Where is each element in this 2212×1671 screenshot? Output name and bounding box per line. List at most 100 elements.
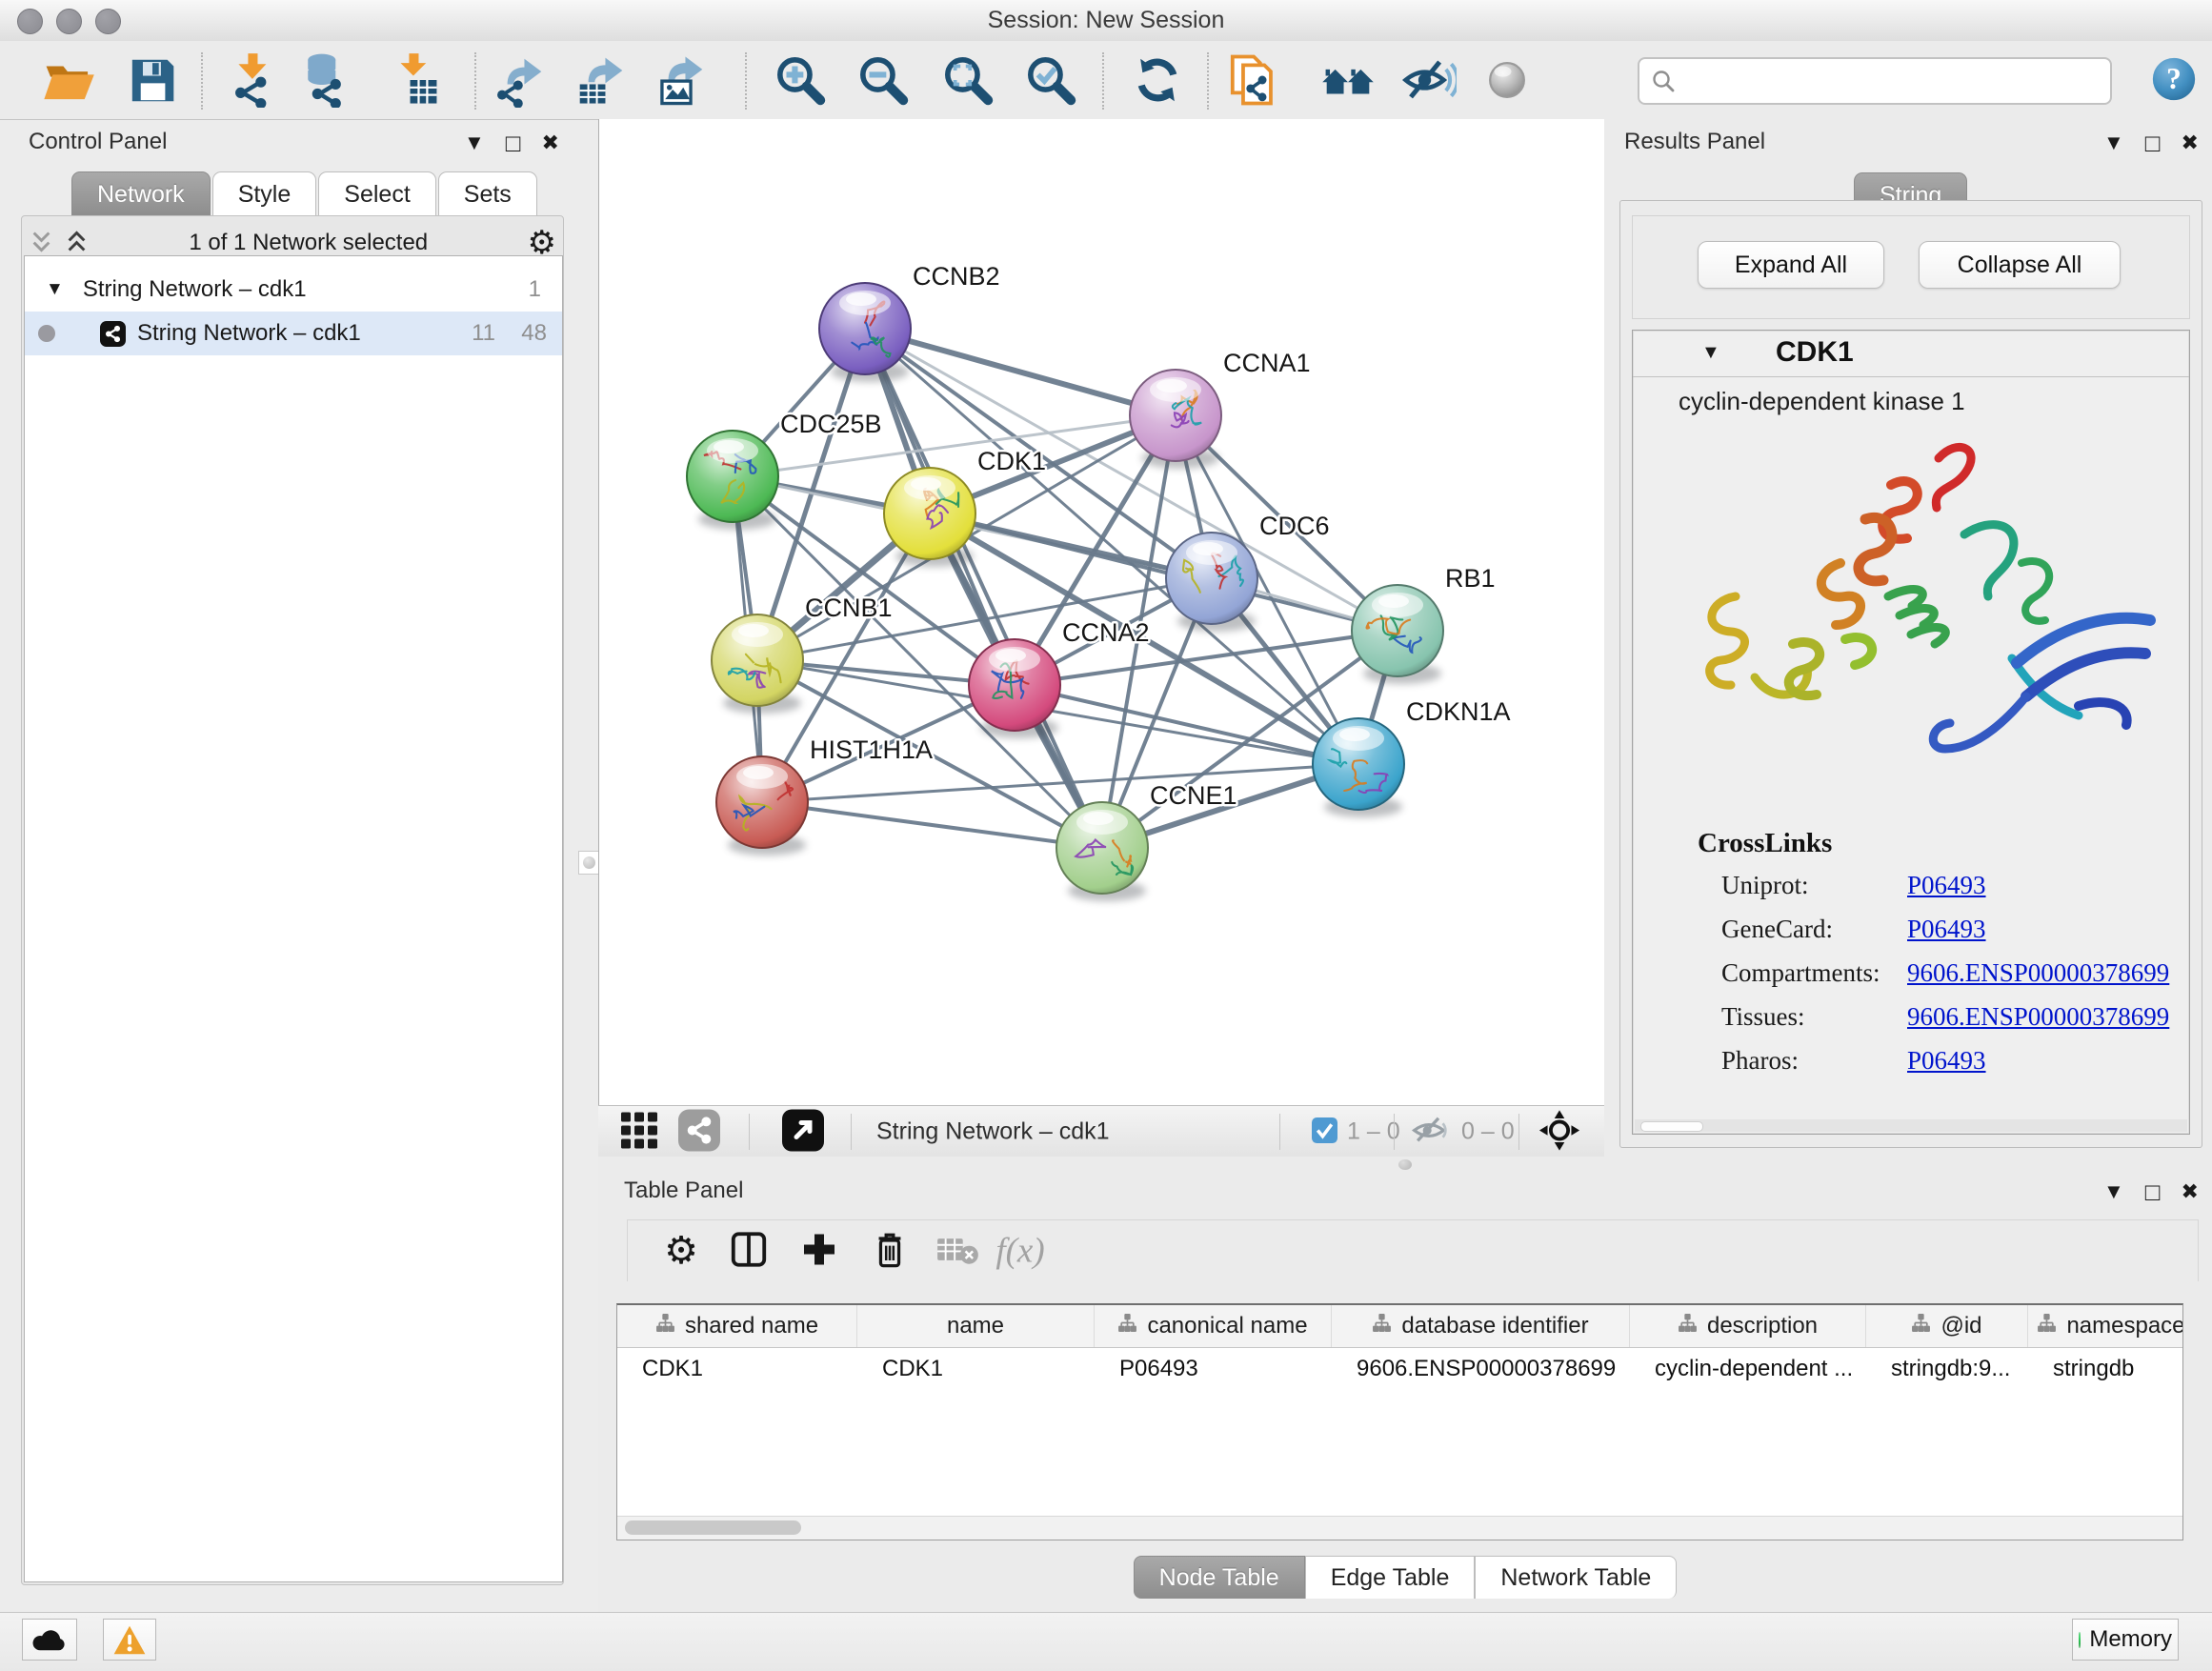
help-icon[interactable]: ? — [2151, 56, 2197, 102]
column-header-description[interactable]: description — [1630, 1305, 1866, 1347]
cloud-status-icon[interactable] — [22, 1619, 77, 1661]
panel-menu-icon[interactable]: ▼ — [2103, 132, 2124, 153]
string-results-container: Expand All Collapse All ▼ CDK1 cyclin-de… — [1619, 200, 2202, 1148]
column-header-database-identifier[interactable]: database identifier — [1332, 1305, 1630, 1347]
tab-edge-table[interactable]: Edge Table — [1305, 1556, 1476, 1599]
zoom-fit-icon[interactable] — [940, 52, 995, 108]
glass-ball-icon[interactable] — [1479, 52, 1535, 108]
network-share-icon — [100, 321, 126, 347]
tab-style[interactable]: Style — [212, 171, 317, 216]
network-node-CCNA1[interactable]: CCNA1 — [1130, 349, 1311, 469]
crosshair-navigate-icon[interactable] — [1538, 1109, 1581, 1156]
network-canvas[interactable]: CCNB2CCNA1CDC25BCDK1CDC6RB1CCNB1CCNA2CDK… — [598, 119, 1605, 1105]
network-view-dot-icon — [38, 325, 55, 342]
export-image-icon[interactable] — [654, 52, 709, 108]
homes-icon[interactable] — [1320, 52, 1376, 108]
grid-view-icon[interactable] — [619, 1111, 659, 1154]
network-node-CCNB1[interactable]: CCNB1 — [712, 594, 893, 714]
panel-float-icon[interactable]: □ — [2145, 1179, 2161, 1204]
network-view-share-icon[interactable] — [678, 1110, 720, 1155]
gene-card-header[interactable]: ▼ CDK1 — [1633, 331, 2189, 377]
left-splitter-handle[interactable] — [578, 851, 600, 875]
import-network-file-icon[interactable] — [226, 52, 281, 108]
panel-close-icon[interactable]: ✖ — [2182, 1181, 2199, 1202]
search-input[interactable] — [1685, 67, 2101, 95]
crosslink-link[interactable]: 9606.ENSP00000378699 — [1907, 958, 2169, 988]
save-session-icon[interactable] — [125, 52, 180, 108]
network-node-CCNB2[interactable]: CCNB2 — [819, 262, 1000, 382]
export-network-icon[interactable] — [493, 52, 548, 108]
card-horizontal-scrollbar[interactable] — [1635, 1119, 2187, 1132]
network-edge[interactable] — [865, 329, 1102, 848]
memory-button[interactable]: Memory — [2072, 1619, 2179, 1661]
network-from-clipboard-icon[interactable] — [1225, 52, 1280, 108]
network-node-CCNE1[interactable]: CCNE1 — [1056, 781, 1237, 901]
expand-all-button[interactable]: Expand All — [1698, 241, 1884, 289]
network-edge[interactable] — [865, 329, 1176, 415]
network-node-CDC6[interactable]: CDC6 — [1166, 512, 1330, 632]
delete-column-icon[interactable] — [871, 1230, 909, 1273]
warning-status-icon[interactable] — [103, 1619, 156, 1661]
hidden-items-eye-icon[interactable] — [1410, 1112, 1448, 1153]
column-header--id[interactable]: @id — [1866, 1305, 2028, 1347]
crosslink-link[interactable]: P06493 — [1907, 1046, 1986, 1076]
window-title: Session: New Session — [0, 7, 2212, 34]
table-cell[interactable]: CDK1 — [857, 1356, 1095, 1382]
gene-description: cyclin-dependent kinase 1 — [1633, 377, 2189, 420]
table-row[interactable]: CDK1CDK1P064939606.ENSP00000378699cyclin… — [617, 1348, 2182, 1390]
panel-menu-icon[interactable]: ▼ — [464, 132, 485, 153]
collection-expand-icon[interactable]: ▼ — [46, 279, 64, 300]
collapse-all-networks-icon[interactable] — [29, 229, 54, 258]
hide-glass-effect-icon[interactable] — [1401, 52, 1457, 108]
import-table-icon[interactable] — [387, 52, 442, 108]
collapse-all-button[interactable]: Collapse All — [1919, 241, 2121, 289]
selected-items-checkbox-icon[interactable] — [1312, 1117, 1337, 1146]
open-session-icon[interactable] — [41, 52, 96, 108]
zoom-out-icon[interactable] — [855, 52, 911, 108]
network-row[interactable]: String Network – cdk1 11 48 — [25, 312, 562, 355]
delete-table-icon[interactable] — [935, 1232, 979, 1271]
zoom-in-icon[interactable] — [773, 52, 828, 108]
table-cell[interactable]: 9606.ENSP00000378699 — [1332, 1356, 1630, 1382]
network-options-gear-icon[interactable]: ⚙ — [528, 227, 556, 259]
tab-sets[interactable]: Sets — [438, 171, 537, 216]
network-node-CDKN1A[interactable]: CDKN1A — [1313, 697, 1511, 817]
table-horizontal-scrollbar[interactable] — [617, 1516, 2182, 1540]
panel-float-icon[interactable]: □ — [2145, 131, 2161, 155]
network-edge[interactable] — [762, 802, 1102, 848]
collapse-entry-icon[interactable]: ▼ — [1701, 342, 1720, 364]
panel-close-icon[interactable]: ✖ — [542, 132, 559, 153]
tab-node-table[interactable]: Node Table — [1134, 1556, 1305, 1599]
function-builder-icon[interactable]: f(x) — [995, 1231, 1044, 1272]
tab-network-table[interactable]: Network Table — [1475, 1556, 1677, 1599]
tab-select[interactable]: Select — [318, 171, 435, 216]
tab-network[interactable]: Network — [71, 171, 211, 216]
network-collection-row[interactable]: ▼ String Network – cdk1 1 — [25, 268, 562, 312]
column-header-canonical-name[interactable]: canonical name — [1095, 1305, 1332, 1347]
birdseye-view-icon[interactable] — [782, 1110, 824, 1155]
table-cell[interactable]: stringdb:9... — [1866, 1356, 2028, 1382]
preferred-layout-icon[interactable] — [1130, 52, 1185, 108]
column-header-name[interactable]: name — [857, 1305, 1095, 1347]
import-network-database-icon[interactable] — [296, 52, 352, 108]
panel-float-icon[interactable]: □ — [506, 131, 521, 155]
column-header-namespace[interactable]: namespace — [2028, 1305, 2183, 1347]
column-header-shared-name[interactable]: shared name — [617, 1305, 857, 1347]
show-columns-icon[interactable] — [729, 1230, 769, 1273]
add-column-icon[interactable] — [800, 1231, 838, 1272]
table-options-gear-icon[interactable]: ⚙ — [664, 1229, 698, 1273]
crosslink-link[interactable]: P06493 — [1907, 871, 1986, 900]
table-cell[interactable]: stringdb — [2028, 1356, 2183, 1382]
table-cell[interactable]: CDK1 — [617, 1356, 857, 1382]
table-cell[interactable]: cyclin-dependent ... — [1630, 1356, 1866, 1382]
export-table-icon[interactable] — [573, 52, 629, 108]
crosslink-link[interactable]: 9606.ENSP00000378699 — [1907, 1002, 2169, 1032]
network-node-HIST1H1A[interactable]: HIST1H1A — [716, 735, 933, 856]
panel-close-icon[interactable]: ✖ — [2182, 132, 2199, 153]
zoom-selected-icon[interactable] — [1023, 52, 1078, 108]
expand-all-networks-icon[interactable] — [64, 229, 90, 258]
table-cell[interactable]: P06493 — [1095, 1356, 1332, 1382]
panel-menu-icon[interactable]: ▼ — [2103, 1181, 2124, 1202]
network-node-RB1[interactable]: RB1 — [1352, 564, 1496, 684]
crosslink-link[interactable]: P06493 — [1907, 915, 1986, 944]
